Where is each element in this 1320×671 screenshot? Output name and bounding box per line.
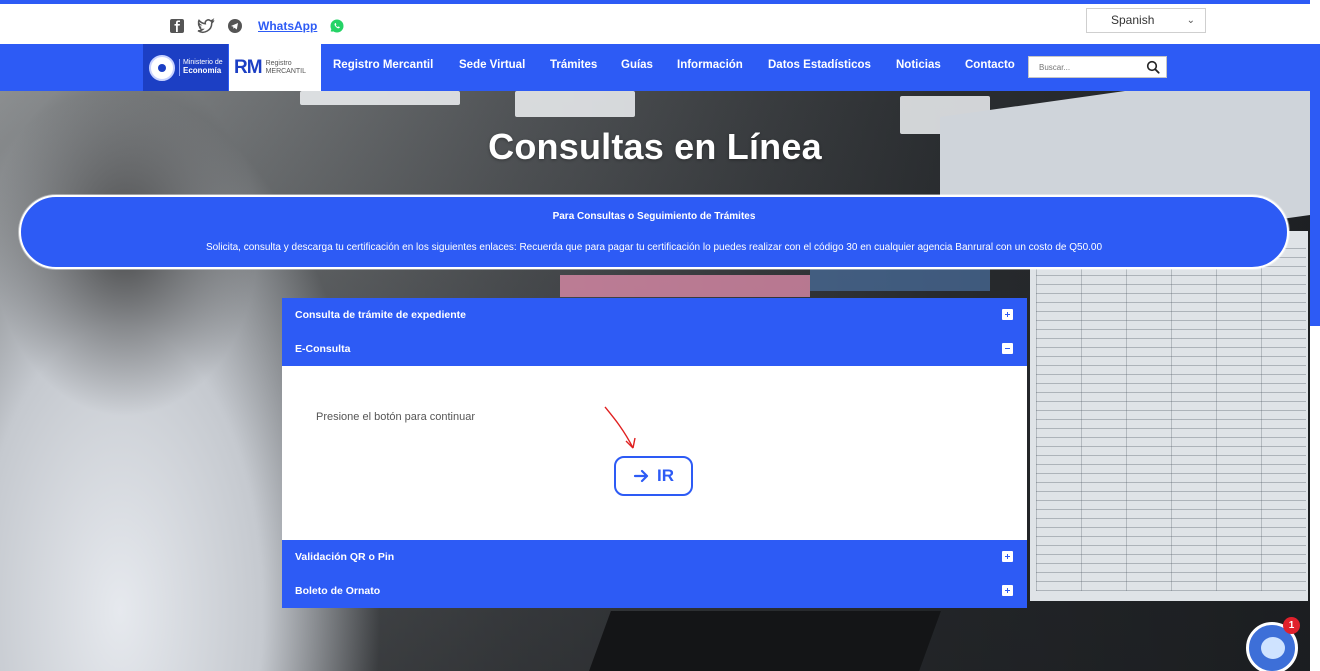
search-input[interactable] [1029, 57, 1139, 78]
accordion-header-validacion-qr[interactable]: Validación QR o Pin [282, 540, 1027, 574]
nav-item-sede-virtual[interactable]: Sede Virtual [459, 59, 525, 71]
rm-logo-text: Registro MERCANTIL [266, 60, 306, 76]
search-box [1028, 56, 1167, 78]
accordion-panel-e-consulta: Presione el botón para continuar IR [282, 366, 1027, 540]
whatsapp-link[interactable]: WhatsApp [258, 19, 317, 33]
ministry-line2: Economía [183, 66, 222, 75]
coat-of-arms-icon [149, 54, 175, 81]
chevron-down-icon: ⌄ [1186, 15, 1195, 26]
telegram-icon[interactable] [226, 17, 244, 35]
social-links: WhatsApp [168, 17, 346, 35]
expand-icon[interactable] [1002, 309, 1013, 320]
nav-item-datos-estadisticos[interactable]: Datos Estadísticos [768, 59, 871, 71]
nav-item-noticias[interactable]: Noticias [896, 59, 941, 71]
info-banner: Para Consultas o Seguimiento de Trámites… [19, 195, 1289, 269]
top-bar: WhatsApp Spanish ⌄ [0, 4, 1320, 44]
ministry-logo-text: Ministerio de Economía [179, 59, 223, 76]
whatsapp-icon[interactable] [328, 17, 346, 35]
ceiling-light [300, 91, 460, 105]
ministry-line1: Ministerio de [183, 59, 223, 66]
rm-logo-mark: RM [234, 56, 263, 78]
accordion-header-e-consulta[interactable]: E-Consulta [282, 332, 1027, 366]
keyboard [589, 611, 941, 671]
collapse-icon[interactable] [1002, 343, 1013, 354]
accordion-header-label: E-Consulta [295, 343, 351, 355]
arrow-right-icon [633, 469, 649, 483]
rm-line1: Registro [265, 59, 292, 67]
search-icon[interactable] [1146, 60, 1160, 74]
accordion-header-consulta-tramite[interactable]: Consulta de trámite de expediente [282, 298, 1027, 332]
nav-item-registro-mercantil[interactable]: Registro Mercantil [333, 59, 433, 71]
info-banner-text: Solicita, consulta y descarga tu certifi… [205, 242, 1103, 253]
ir-button-label: IR [657, 466, 674, 485]
ir-button[interactable]: IR [614, 456, 693, 496]
page-title: Consultas en Línea [488, 126, 822, 167]
chat-notification-badge: 1 [1283, 617, 1300, 634]
accordion-header-label: Boleto de Ornato [295, 585, 381, 597]
rm-line2: MERCANTIL [265, 67, 307, 75]
facebook-icon[interactable] [168, 17, 186, 35]
registro-mercantil-logo[interactable]: RM Registro MERCANTIL [229, 44, 321, 91]
nav-item-contacto[interactable]: Contacto [965, 59, 1015, 71]
language-select[interactable]: Spanish ⌄ [1086, 8, 1206, 33]
spreadsheet-grid [1036, 241, 1306, 591]
background-screen [560, 275, 810, 297]
ministry-logo[interactable]: Ministerio de Economía [143, 44, 228, 91]
continue-hint-text: Presione el botón para continuar [316, 411, 475, 423]
language-value: Spanish [1111, 13, 1155, 27]
expand-icon[interactable] [1002, 551, 1013, 562]
expand-icon[interactable] [1002, 585, 1013, 596]
page: WhatsApp Spanish ⌄ Ministerio de Economí… [0, 0, 1320, 671]
accordion-header-label: Validación QR o Pin [295, 551, 395, 563]
accordion-header-boleto-ornato[interactable]: Boleto de Ornato [282, 574, 1027, 608]
consultas-accordion: Consulta de trámite de expediente E-Cons… [282, 298, 1027, 608]
chat-avatar-icon [1261, 637, 1285, 659]
accordion-header-label: Consulta de trámite de expediente [295, 309, 466, 321]
ceiling-light [515, 91, 635, 117]
nav-item-informacion[interactable]: Información [677, 59, 743, 71]
nav-item-guias[interactable]: Guías [621, 59, 653, 71]
twitter-icon[interactable] [197, 17, 215, 35]
info-banner-title: Para Consultas o Seguimiento de Trámites [552, 211, 756, 222]
red-annotation-arrow-icon [604, 406, 636, 449]
nav-item-tramites[interactable]: Trámites [550, 59, 597, 71]
